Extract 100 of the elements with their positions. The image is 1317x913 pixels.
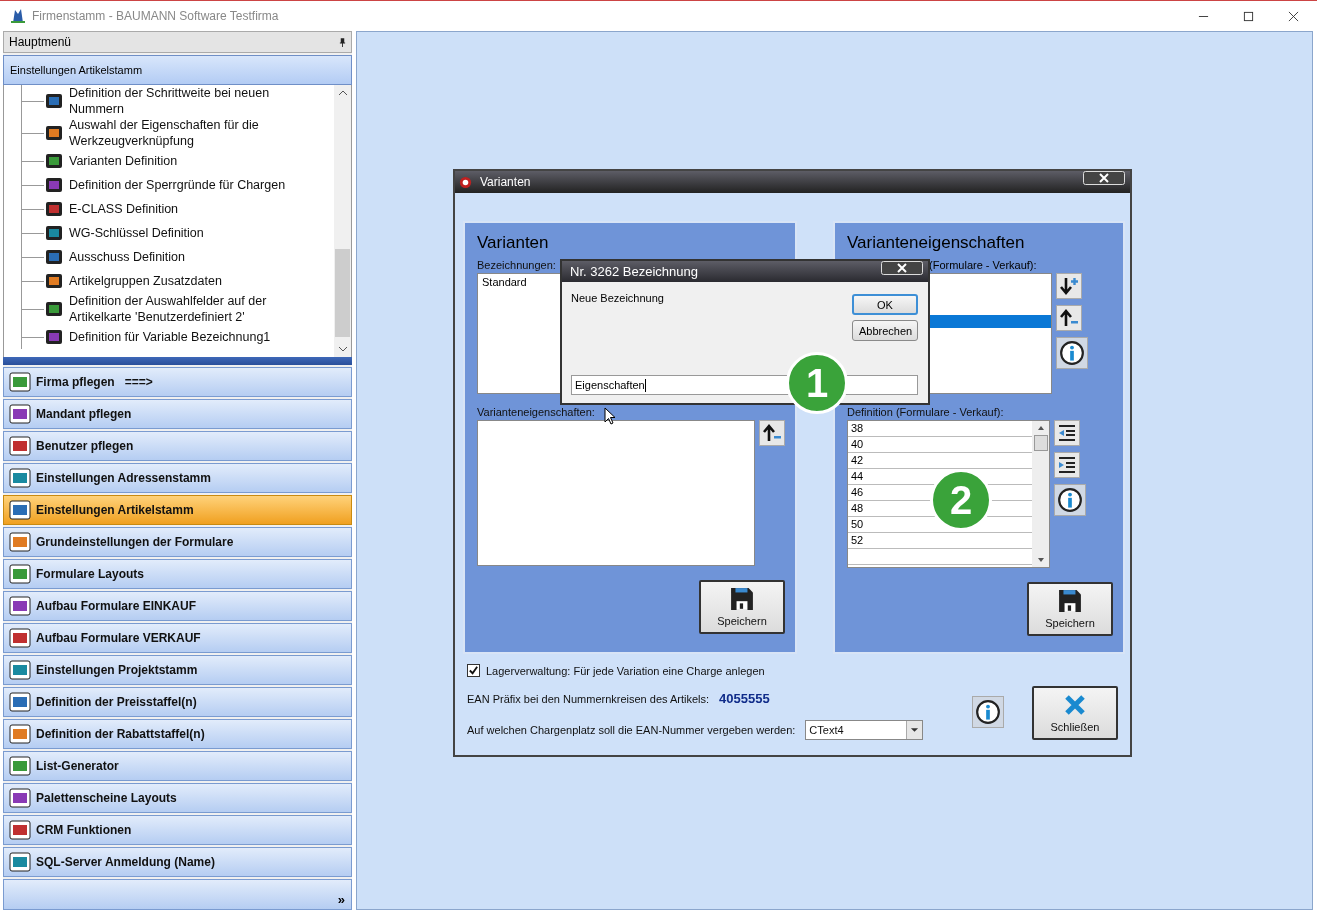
cancel-button[interactable]: Abbrechen xyxy=(852,320,918,341)
indent-icon xyxy=(1057,455,1077,475)
module-icon xyxy=(44,327,64,347)
module-icon xyxy=(9,499,31,521)
module-icon xyxy=(9,659,31,681)
dialog-title: Nr. 3262 Bezeichnung xyxy=(570,264,698,279)
info-button[interactable] xyxy=(972,696,1004,728)
tree-item[interactable]: Auswahl der Eigenschaften für die Werkzeugverknüpfung xyxy=(69,117,259,149)
close-icon xyxy=(1063,693,1087,717)
tree-item[interactable]: Definition der Schrittweite bei neuen Nummern xyxy=(69,85,270,117)
nav-item[interactable]: Einstellungen Projektstamm xyxy=(3,655,352,685)
window-title: Firmenstamm - BAUMANN Software Testfirma xyxy=(32,9,279,23)
panel-heading: Varianten xyxy=(477,233,550,254)
pin-icon[interactable] xyxy=(339,37,346,47)
scrollbar[interactable] xyxy=(1032,421,1049,567)
indent-button[interactable] xyxy=(1054,452,1080,478)
list-row[interactable]: 42 xyxy=(848,453,1032,469)
nav-item[interactable]: Einstellungen Artikelstamm xyxy=(3,495,352,525)
nav-item[interactable]: Definition der Rabattstaffel(n) xyxy=(3,719,352,749)
tree-item[interactable]: Ausschuss Definition xyxy=(69,249,186,265)
nav-item[interactable]: Benutzer pflegen xyxy=(3,431,352,461)
module-icon xyxy=(9,723,31,745)
arrow-down-plus-icon xyxy=(1059,276,1079,296)
module-icon xyxy=(9,371,31,393)
nav-item[interactable]: Einstellungen Adressenstamm xyxy=(3,463,352,493)
save-button[interactable]: Speichern xyxy=(1027,582,1113,636)
dropdown[interactable]: CText4 xyxy=(805,720,924,740)
add-button[interactable] xyxy=(1056,273,1082,299)
nav-item[interactable]: SQL-Server Anmeldung (Name) xyxy=(3,847,352,877)
module-icon xyxy=(44,123,64,143)
ok-button[interactable]: OK xyxy=(852,294,918,315)
nav-item[interactable]: Aufbau Formulare VERKAUF xyxy=(3,623,352,653)
scroll-up-icon[interactable] xyxy=(337,89,348,97)
list-row[interactable]: 38 xyxy=(848,421,1032,437)
module-icon xyxy=(44,91,64,111)
tree-item[interactable]: Definition für Variable Bezeichnung1 xyxy=(69,329,271,345)
save-button[interactable]: Speichern xyxy=(699,580,785,634)
nav-item[interactable]: CRM Funktionen xyxy=(3,815,352,845)
tree-item[interactable]: Artikelgruppen Zusatzdaten xyxy=(69,273,222,289)
nav-item[interactable]: List-Generator xyxy=(3,751,352,781)
dropdown-arrow-icon xyxy=(910,727,920,733)
tree-item[interactable]: Definition der Auswahlfelder auf der Artikelkarte 'Benutzerdefiniert 2' xyxy=(69,293,267,325)
maximize-icon[interactable] xyxy=(1243,10,1254,22)
nav-item[interactable]: Firma pflegen ===> xyxy=(3,367,352,397)
arrow-up-minus-icon xyxy=(762,423,782,443)
module-icon xyxy=(44,223,64,243)
info-button[interactable] xyxy=(1054,484,1086,516)
prompt-text: Neue Bezeichnung xyxy=(571,292,665,306)
remove-button[interactable] xyxy=(759,420,785,446)
module-icon xyxy=(9,627,31,649)
remove-button[interactable] xyxy=(1056,305,1082,331)
tree-item[interactable]: WG-Schlüssel Definition xyxy=(69,225,204,241)
module-icon xyxy=(9,819,31,841)
field-label: Definition (Formulare - Verkauf): xyxy=(847,406,1004,420)
panel-heading: Varianteneigenschaften xyxy=(847,233,1026,254)
dialog-title: Varianten xyxy=(480,175,531,189)
info-button[interactable] xyxy=(1056,337,1088,369)
scroll-down-icon[interactable] xyxy=(337,345,348,353)
app-icon xyxy=(10,8,26,24)
ean-prefix-value: 4055555 xyxy=(719,691,770,706)
module-icon xyxy=(9,467,31,489)
nav-item[interactable]: Palettenscheine Layouts xyxy=(3,783,352,813)
module-icon xyxy=(44,299,64,319)
tree-item[interactable]: Definition der Sperrgründe für Chargen xyxy=(69,177,286,193)
checkbox[interactable] xyxy=(467,664,480,677)
scroll-up-icon[interactable] xyxy=(1035,424,1046,432)
nav-item[interactable]: Definition der Preisstaffel(n) xyxy=(3,687,352,717)
nav-item[interactable]: Mandant pflegen xyxy=(3,399,352,429)
info-icon xyxy=(1057,487,1083,513)
panel-title: Hauptmenü xyxy=(9,35,72,49)
module-icon xyxy=(44,175,64,195)
nav-item[interactable]: Aufbau Formulare EINKAUF xyxy=(3,591,352,621)
list-row[interactable]: 52 xyxy=(848,533,1032,549)
field-label: (Formulare - Verkauf): xyxy=(929,259,1037,271)
app-icon xyxy=(459,175,472,189)
section-header[interactable]: Einstellungen Artikelstamm xyxy=(3,55,352,85)
module-icon xyxy=(44,271,64,291)
outdent-button[interactable] xyxy=(1054,420,1080,446)
module-icon xyxy=(44,151,64,171)
close-button[interactable]: Schließen xyxy=(1032,686,1118,740)
list-row[interactable]: 40 xyxy=(848,437,1032,453)
checkbox-label: Lagerverwaltung: Für jede Variation eine Charge anlegen xyxy=(486,664,765,677)
scrollbar[interactable] xyxy=(334,85,351,357)
nav-item[interactable]: Grundeinstellungen der Formulare xyxy=(3,527,352,557)
module-icon xyxy=(9,691,31,713)
scroll-down-icon[interactable] xyxy=(1035,556,1046,564)
field-label: Bezeichnungen: xyxy=(477,259,556,273)
nav-item[interactable]: Formulare Layouts xyxy=(3,559,352,589)
tree-item[interactable]: Varianten Definition xyxy=(69,153,178,169)
scroll-thumb[interactable] xyxy=(1033,435,1048,451)
tree-item[interactable]: E-CLASS Definition xyxy=(69,201,179,217)
module-icon xyxy=(9,403,31,425)
field-label: EAN Präfix bei den Nummernkreisen des Artikels: xyxy=(467,692,710,705)
close-icon[interactable] xyxy=(1288,10,1299,22)
arrow-up-minus-icon xyxy=(1059,308,1079,328)
module-icon xyxy=(44,199,64,219)
field-label: Auf welchen Chargenplatz soll die EAN-Nummer vergeben werden: xyxy=(467,724,796,736)
module-icon xyxy=(44,247,64,267)
module-icon xyxy=(9,755,31,777)
expand-button[interactable]: » xyxy=(337,892,345,907)
